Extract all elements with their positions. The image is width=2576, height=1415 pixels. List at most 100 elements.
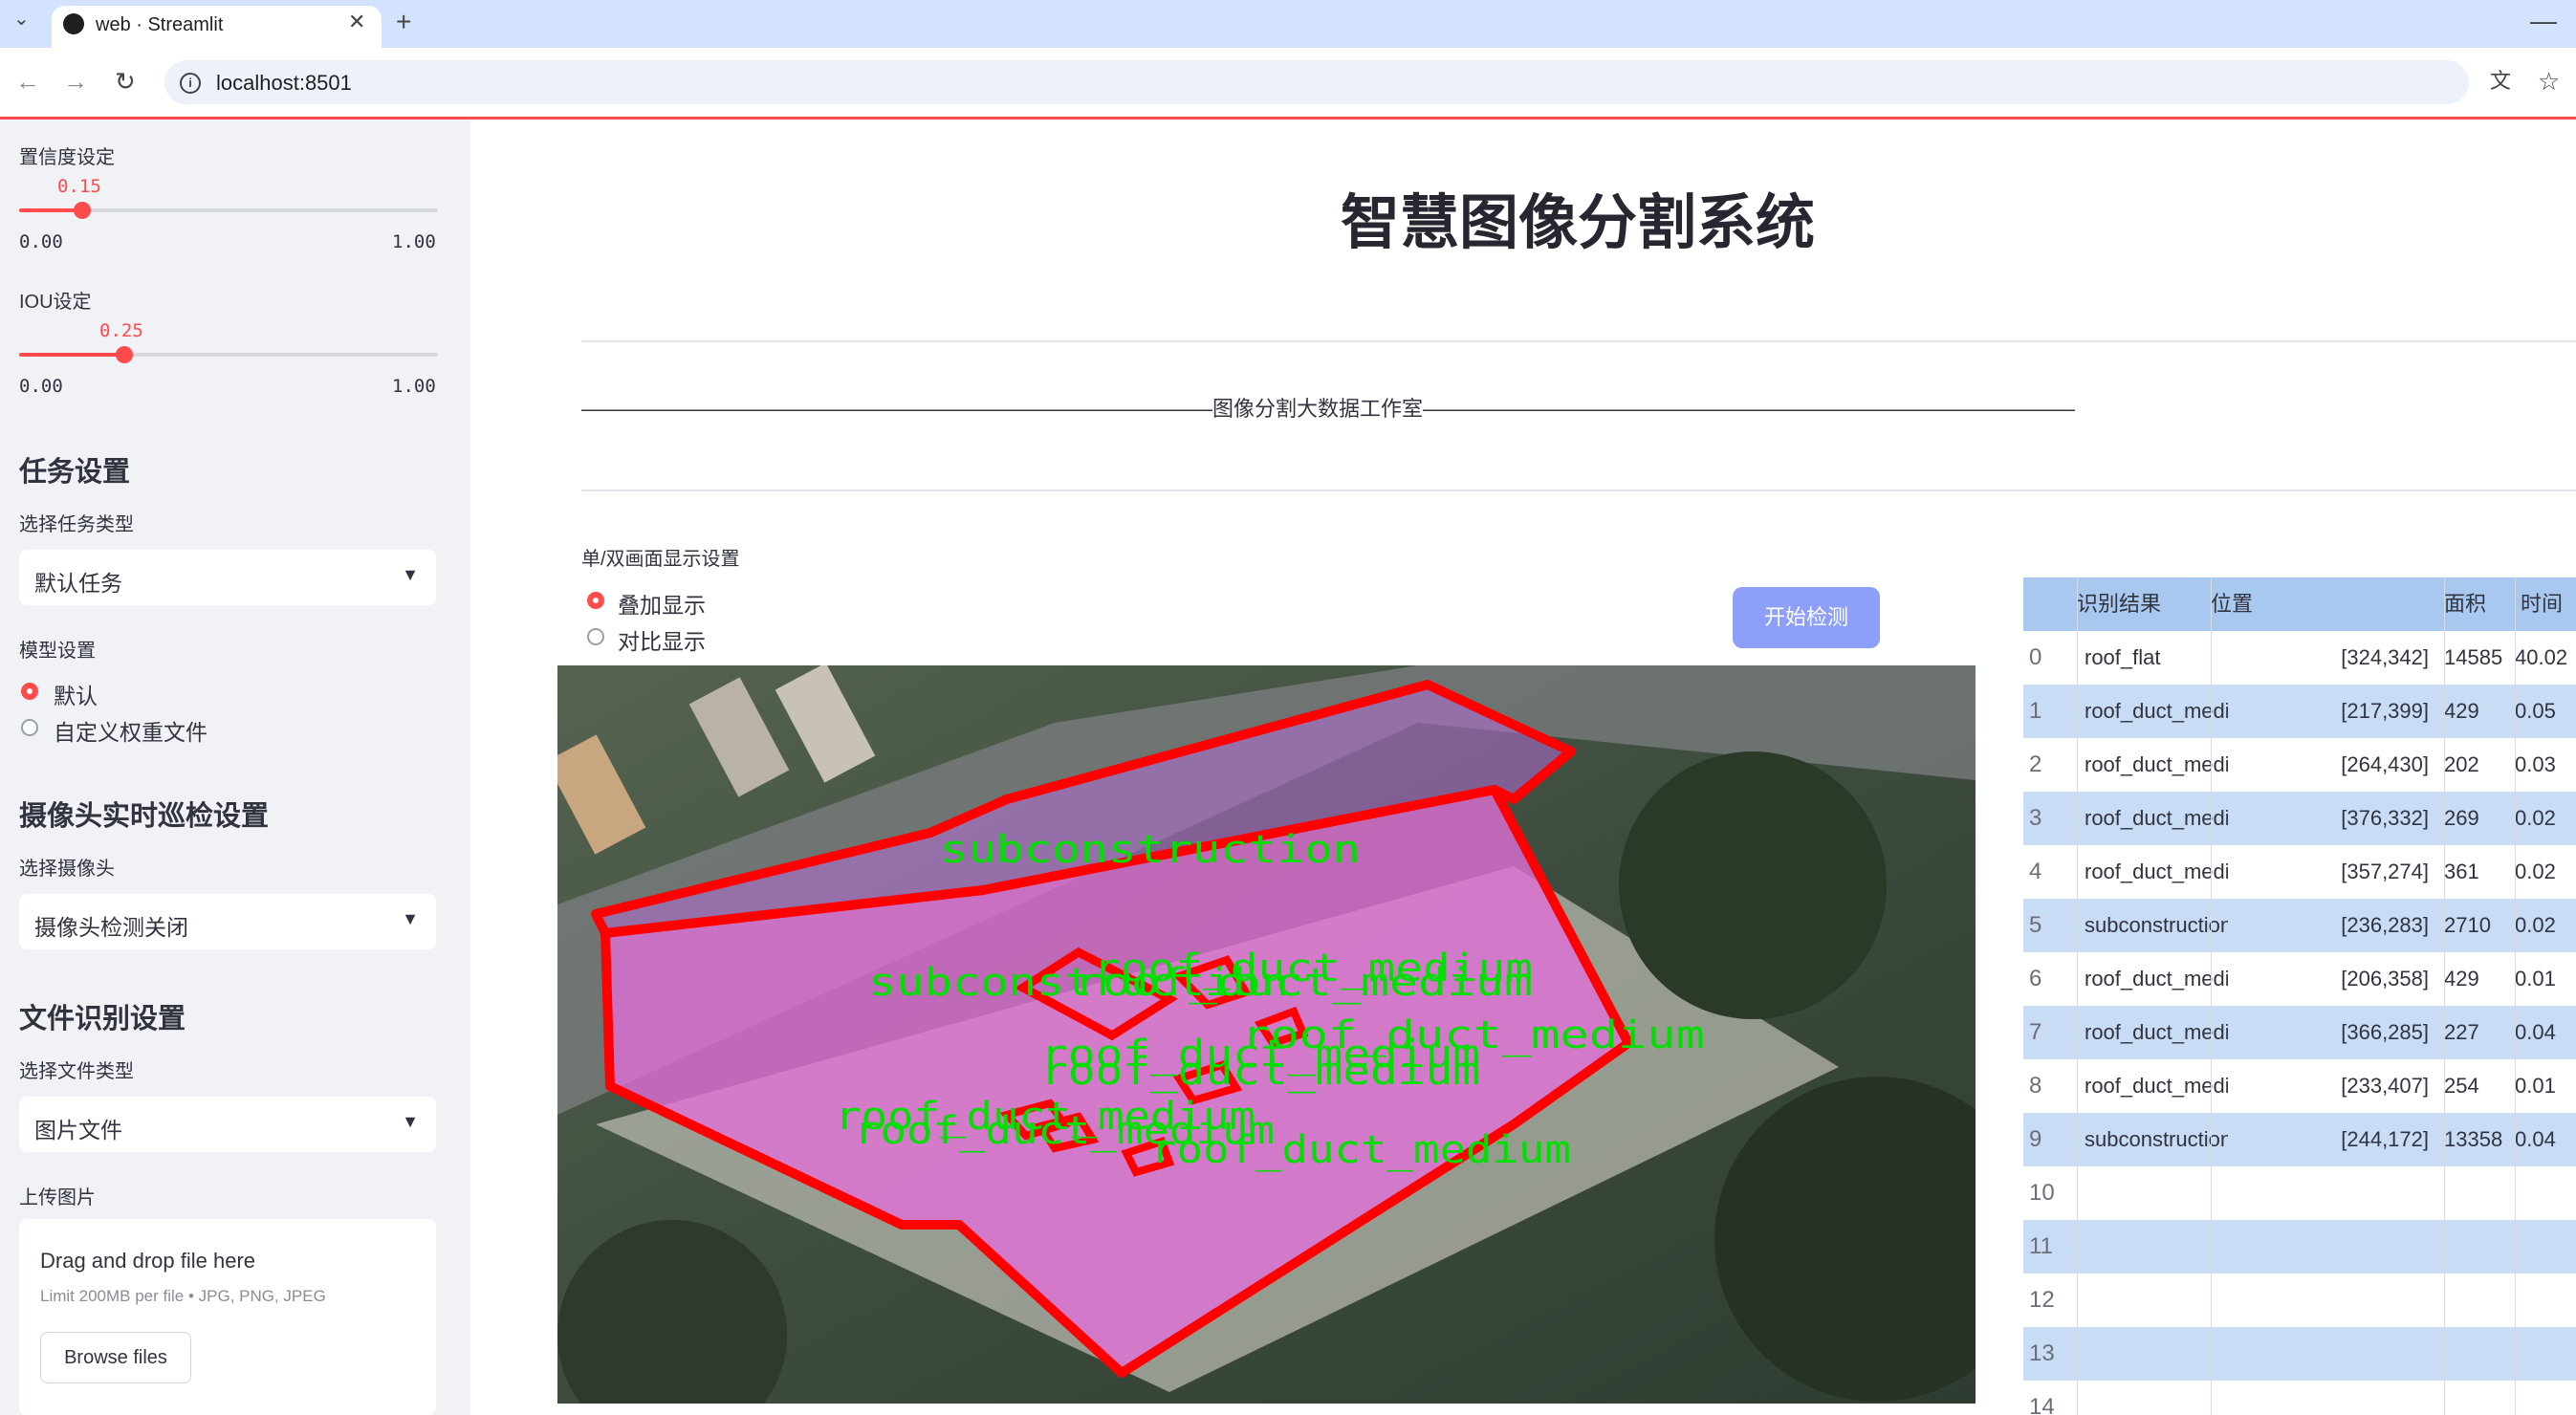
table-row[interactable]: 14 (2023, 1381, 2576, 1415)
column-header-label[interactable]: 识别结果 (2077, 577, 2211, 631)
task-type-select[interactable]: 默认任务 ▼ (19, 550, 436, 605)
row-index: 4 (2029, 859, 2042, 884)
row-area: 429 (2444, 699, 2479, 723)
table-row[interactable]: 10 (2023, 1166, 2576, 1220)
row-label: roof_duct_medium (2085, 860, 2228, 883)
model-option-default[interactable]: 默认 (54, 678, 98, 710)
table-row[interactable]: 8 roof_duct_medium [233,407] 254 0.01 (2023, 1059, 2576, 1113)
close-tab-icon[interactable]: ✕ (348, 11, 365, 33)
model-radio-default[interactable] (21, 683, 38, 700)
row-time: 0.01 (2515, 1074, 2556, 1098)
column-header-position[interactable]: 位置 (2211, 577, 2345, 631)
row-position (2230, 1220, 2429, 1274)
row-index: 14 (2029, 1394, 2055, 1415)
row-area: 269 (2444, 806, 2479, 830)
row-label (2085, 1220, 2228, 1274)
row-label (2085, 1381, 2228, 1415)
iou-slider-thumb[interactable] (115, 346, 133, 363)
row-index: 8 (2029, 1073, 2042, 1099)
chevron-down-icon: ▼ (402, 1112, 419, 1131)
row-time: 0.02 (2515, 860, 2556, 883)
table-row[interactable]: 2 roof_duct_medium [264,430] 202 0.03 (2023, 738, 2576, 792)
model-option-custom[interactable]: 自定义权重文件 (54, 714, 207, 747)
label-roof-duct-5: roof_duct_medium (1040, 1050, 1480, 1094)
bookmark-star-icon[interactable]: ☆ (2538, 69, 2560, 94)
row-area (2444, 1220, 2513, 1274)
row-position: [357,274] (2341, 860, 2429, 883)
column-divider (2515, 577, 2516, 1415)
column-header-time[interactable]: 时间 (2521, 577, 2576, 631)
row-area: 202 (2444, 752, 2479, 776)
translate-icon[interactable]: 文 (2490, 71, 2511, 92)
camera-select[interactable]: 摄像头检测关闭 ▼ (19, 894, 436, 949)
row-area (2444, 1381, 2513, 1415)
table-row[interactable]: 9 subconstruction [244,172] 13358 0.04 (2023, 1113, 2576, 1166)
column-divider (2211, 577, 2212, 1415)
row-position (2230, 1166, 2429, 1220)
label-roof-duct-2: roof_duct_medium (1074, 961, 1533, 1005)
table-row[interactable]: 1 roof_duct_medium [217,399] 429 0.05 (2023, 685, 2576, 738)
table-row[interactable]: 7 roof_duct_medium [366,285] 227 0.04 (2023, 1006, 2576, 1059)
table-row[interactable]: 12 (2023, 1274, 2576, 1327)
table-row[interactable]: 6 roof_duct_medium [206,358] 429 0.01 (2023, 952, 2576, 1006)
row-area: 254 (2444, 1074, 2479, 1098)
camera-settings-heading: 摄像头实时巡检设置 (19, 801, 270, 832)
row-area: 14585 (2444, 645, 2503, 669)
row-position: [366,285] (2341, 1020, 2429, 1044)
row-time (2515, 1166, 2576, 1220)
row-index: 11 (2029, 1233, 2053, 1259)
new-tab-icon[interactable]: + (396, 9, 411, 35)
model-radio-custom[interactable] (21, 719, 38, 736)
display-radio-compare[interactable] (587, 628, 604, 645)
row-time: 0.02 (2515, 806, 2556, 830)
tab-title: web · Streamlit (96, 14, 224, 35)
table-row[interactable]: 13 (2023, 1327, 2576, 1381)
forward-arrow-icon[interactable]: → (63, 69, 88, 94)
row-position: [206,358] (2341, 967, 2429, 990)
reload-icon[interactable]: ↻ (115, 69, 136, 94)
row-area: 361 (2444, 860, 2479, 883)
row-index: 10 (2029, 1180, 2055, 1206)
page-title: 智慧图像分割系统 (1340, 190, 1815, 256)
results-table[interactable]: 识别结果 位置 面积 时间 0 roof_flat [324,342] 14585 40… (2023, 577, 2576, 1415)
row-area (2444, 1274, 2513, 1327)
display-option-compare[interactable]: 对比显示 (618, 623, 706, 656)
row-time (2515, 1274, 2576, 1327)
start-detection-button[interactable]: 开始检测 (1733, 587, 1880, 648)
row-index: 6 (2029, 966, 2042, 991)
table-row[interactable]: 3 roof_duct_medium [376,332] 269 0.02 (2023, 792, 2576, 845)
iou-min: 0.00 (19, 376, 63, 397)
display-radio-overlay[interactable] (587, 592, 604, 609)
row-label: roof_duct_medium (2085, 752, 2228, 776)
row-index: 2 (2029, 751, 2042, 777)
back-arrow-icon[interactable]: ← (15, 69, 40, 94)
file-type-select[interactable]: 图片文件 ▼ (19, 1097, 436, 1152)
minimize-window-icon[interactable]: — (2530, 8, 2557, 34)
row-time: 0.04 (2515, 1127, 2556, 1151)
site-info-icon[interactable]: i (180, 73, 201, 94)
table-header-row: 识别结果 位置 面积 时间 (2023, 577, 2576, 631)
row-index: 9 (2029, 1126, 2042, 1152)
table-row[interactable]: 0 roof_flat [324,342] 14585 40.02 (2023, 631, 2576, 685)
label-roof-duct-8: roof_duct_medium (1150, 1128, 1571, 1172)
table-row[interactable]: 4 roof_duct_medium [357,274] 361 0.02 (2023, 845, 2576, 899)
display-option-overlay[interactable]: 叠加显示 (618, 587, 706, 620)
row-label: roof_flat (2085, 645, 2161, 669)
browse-files-button[interactable]: Browse files (40, 1332, 191, 1383)
row-label (2085, 1274, 2228, 1327)
table-row[interactable]: 11 (2023, 1220, 2576, 1274)
row-position: [264,430] (2341, 752, 2429, 776)
row-label: subconstruction (2085, 913, 2228, 937)
row-area: 429 (2444, 967, 2479, 990)
column-header-area[interactable]: 面积 (2444, 577, 2513, 631)
row-position (2230, 1327, 2429, 1381)
tab-list-chevron-icon[interactable]: ⌄ (13, 10, 30, 29)
file-settings-heading: 文件识别设置 (19, 1004, 186, 1034)
dropzone-text: Drag and drop file here (40, 1249, 256, 1273)
file-type-value: 图片文件 (34, 1118, 122, 1143)
row-time: 0.01 (2515, 967, 2556, 990)
url-field[interactable] (164, 60, 2469, 104)
table-row[interactable]: 5 subconstruction [236,283] 2710 0.02 (2023, 899, 2576, 952)
dropzone-limit: Limit 200MB per file • JPG, PNG, JPEG (40, 1287, 326, 1305)
task-type-label: 选择任务类型 (19, 514, 134, 535)
